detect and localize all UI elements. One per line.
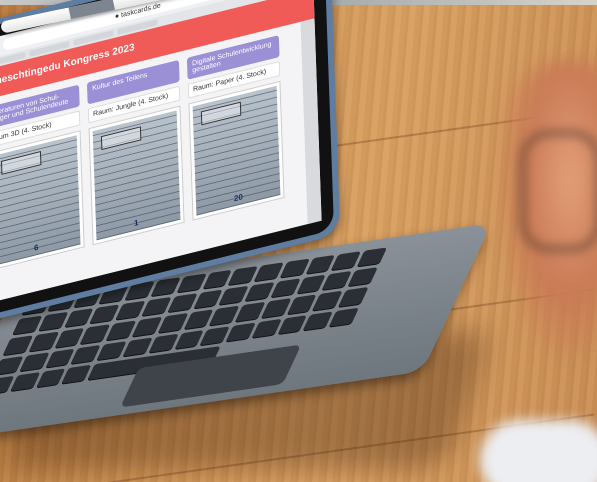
keyboard-key xyxy=(356,247,388,268)
keyboard-key xyxy=(105,320,137,342)
photo-card[interactable]: 6 xyxy=(0,130,85,271)
board-column: Digitale Schulentwicklung gestalten Raum… xyxy=(186,35,285,221)
keyboard-key xyxy=(328,307,360,328)
keyboard-key xyxy=(338,287,369,308)
keyboard-key xyxy=(269,278,301,299)
keyboard-key xyxy=(37,312,68,333)
keyboard-key xyxy=(208,305,240,327)
keyboard-key xyxy=(131,317,162,338)
keyboard-key xyxy=(28,331,59,353)
keyboard-key xyxy=(0,355,24,376)
keyboard-key xyxy=(18,351,50,373)
keyboard-key xyxy=(63,308,94,329)
keyboard-key xyxy=(305,254,336,276)
handwritten-note-photo: 1 xyxy=(92,110,181,241)
keyboard-key xyxy=(225,322,256,343)
keyboard-key xyxy=(347,267,378,288)
keyboard-key xyxy=(330,251,362,272)
keyboard-key xyxy=(89,304,120,325)
keyboard-key xyxy=(234,302,266,323)
keyboard-key xyxy=(173,329,205,350)
blurred-shirt xyxy=(480,420,597,482)
keyboard-key xyxy=(2,335,33,356)
keyboard-key xyxy=(35,368,66,389)
keyboard-key xyxy=(54,328,85,349)
keyboard-key xyxy=(96,340,127,362)
keyboard-key xyxy=(61,364,92,385)
board-column: ...eraturen von Schul- käger und Schulen… xyxy=(0,84,85,271)
keyboard-key xyxy=(79,324,111,345)
handwritten-note-photo: 20 xyxy=(192,85,281,216)
keyboard-key xyxy=(114,300,146,322)
keyboard-key xyxy=(150,277,181,298)
keyboard-key xyxy=(227,266,259,287)
keyboard-key xyxy=(253,262,284,283)
keyboard-key xyxy=(70,344,102,365)
keyboard-key xyxy=(199,325,231,347)
keyboard-key xyxy=(192,289,223,310)
photo-number: 6 xyxy=(33,242,39,253)
keyboard-key xyxy=(218,285,249,307)
blurred-glasses xyxy=(520,130,597,252)
keyboard-key xyxy=(44,348,76,369)
keyboard-key xyxy=(260,298,292,319)
keyboard-key xyxy=(166,293,198,314)
keyboard-key xyxy=(201,269,233,290)
keyboard-key xyxy=(122,337,153,358)
keyboard-key xyxy=(286,294,317,316)
photo-card[interactable]: 1 xyxy=(88,105,185,246)
keyboard-key xyxy=(9,371,41,393)
keyboard-key xyxy=(175,273,207,294)
keyboard-key xyxy=(321,271,352,292)
photo-number: 20 xyxy=(233,192,244,204)
keyboard-key xyxy=(244,282,275,303)
photo-scene: ‹ ● taskcards.de ↗ ⋮ #neschtingedu Kongr… xyxy=(0,0,597,482)
photo-card[interactable]: 20 xyxy=(188,80,285,221)
keyboard-key xyxy=(295,274,327,296)
keyboard-key xyxy=(279,258,310,279)
keyboard-key xyxy=(140,297,172,318)
keyboard-key xyxy=(251,318,282,339)
keyboard-key xyxy=(312,291,343,312)
keyboard-key xyxy=(11,315,43,336)
handwritten-note-photo: 6 xyxy=(0,135,81,266)
keyboard-key xyxy=(147,333,179,354)
keyboard-key xyxy=(277,314,308,335)
photo-number: 1 xyxy=(133,218,139,229)
keyboard-key xyxy=(302,311,334,332)
board-column: Kultur des Teilens Raum: Jungle (4. Stoc… xyxy=(86,59,185,246)
keyboard-key xyxy=(157,313,188,334)
